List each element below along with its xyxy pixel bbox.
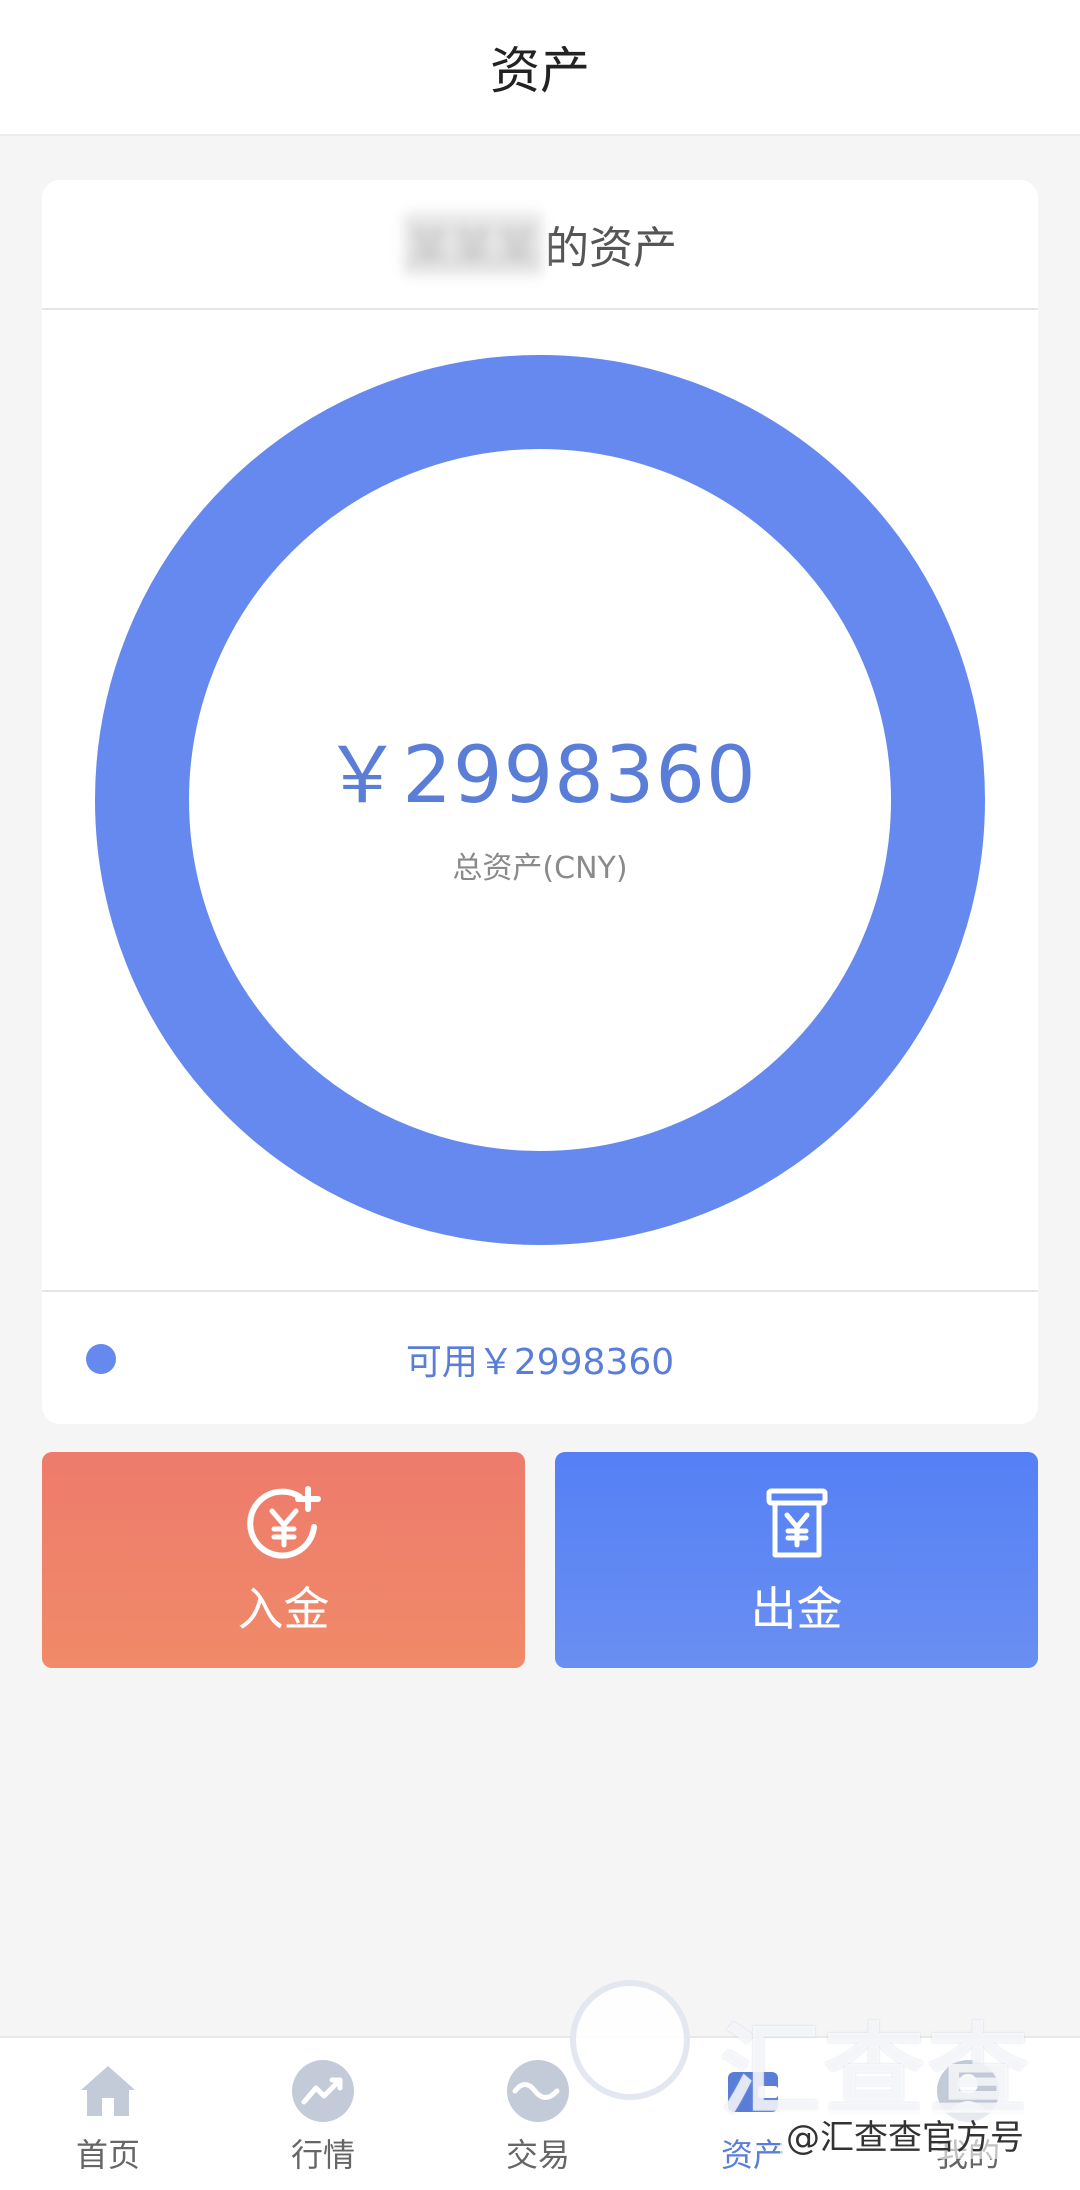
nav-item-assets[interactable]: 资产 bbox=[673, 2058, 833, 2188]
nav-label-me: 我的 bbox=[935, 2136, 1000, 2174]
page-title: 资产 bbox=[490, 42, 590, 100]
available-balance: 可用￥2998360 bbox=[405, 1342, 675, 1383]
wallet-icon bbox=[728, 2072, 778, 2112]
trend-icon bbox=[292, 2060, 354, 2122]
nav-label-home: 首页 bbox=[75, 2136, 140, 2174]
assets-page: 资产 某某某 的资产 ￥2998360 总资产(CNY) 可用￥2998360 bbox=[0, 0, 1080, 2190]
nav-label-assets: 资产 bbox=[720, 2136, 785, 2174]
top-bar: 资产 bbox=[0, 0, 1080, 136]
owner-suffix: 的资产 bbox=[545, 223, 677, 274]
asset-card: 某某某 的资产 ￥2998360 总资产(CNY) 可用￥2998360 bbox=[42, 180, 1038, 1424]
withdraw-label: 出金 bbox=[750, 1582, 843, 1636]
total-label: 总资产(CNY) bbox=[452, 851, 628, 886]
nav-item-market[interactable]: 行情 bbox=[243, 2058, 403, 2188]
nav-item-me[interactable]: 我的 bbox=[888, 2058, 1048, 2188]
deposit-button[interactable]: 入金 bbox=[42, 1452, 525, 1668]
bottom-nav: 首页 行情 交易 资产 我的 bbox=[0, 2036, 1080, 2190]
nav-label-trade: 交易 bbox=[505, 2136, 570, 2174]
asset-legend: 可用￥2998360 bbox=[42, 1290, 1038, 1424]
yen-plus-icon bbox=[246, 1486, 321, 1559]
asset-donut-chart: ￥2998360 总资产(CNY) bbox=[92, 352, 988, 1248]
nav-item-home[interactable]: 首页 bbox=[28, 2058, 188, 2188]
nav-label-market: 行情 bbox=[290, 2136, 355, 2174]
asset-card-header: 某某某 的资产 bbox=[42, 180, 1038, 310]
yen-withdraw-icon bbox=[766, 1488, 827, 1558]
nav-item-trade[interactable]: 交易 bbox=[458, 2058, 618, 2188]
owner-name-blurred: 某某某 bbox=[403, 212, 543, 276]
user-icon bbox=[937, 2060, 999, 2122]
donut-center: ￥2998360 总资产(CNY) bbox=[92, 352, 988, 1248]
deposit-label: 入金 bbox=[237, 1582, 330, 1636]
home-icon bbox=[81, 2066, 135, 2116]
total-amount: ￥2998360 bbox=[323, 731, 757, 821]
withdraw-button[interactable]: 出金 bbox=[555, 1452, 1038, 1668]
trade-icon bbox=[507, 2060, 569, 2122]
